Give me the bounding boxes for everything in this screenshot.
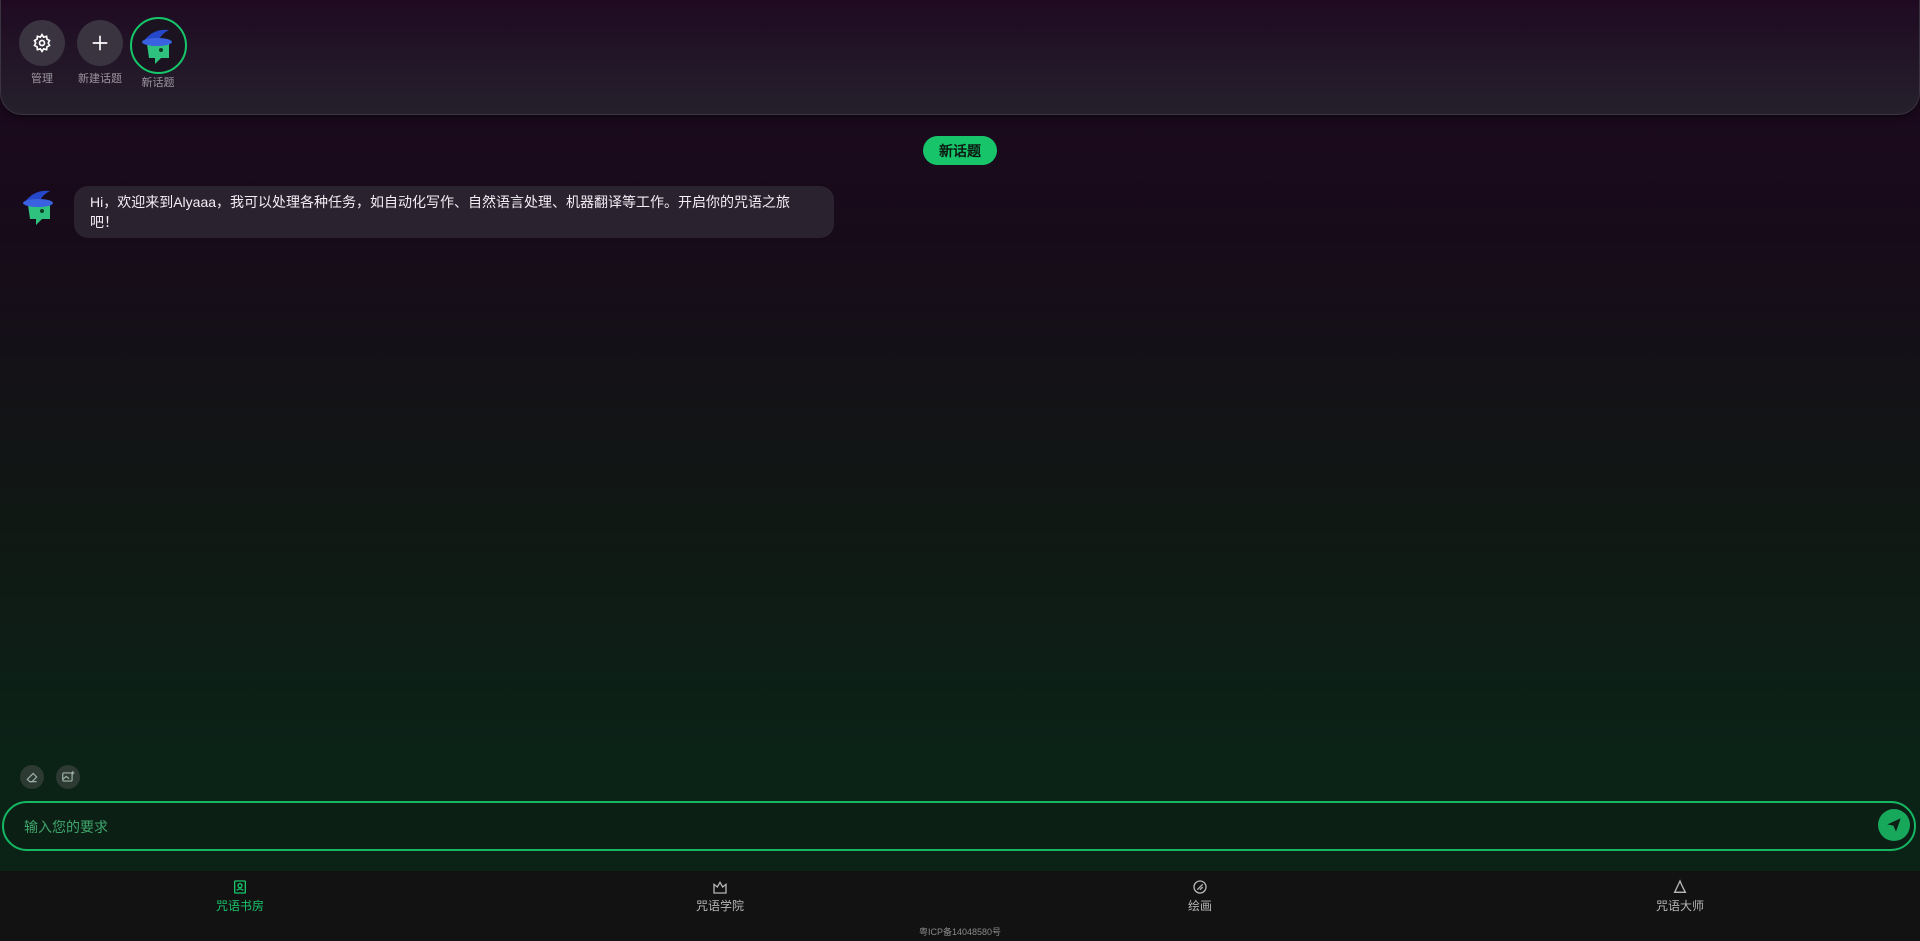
nav-label-spell-master: 咒语大师 [1655, 899, 1704, 913]
nav-item-painting[interactable]: 绘画 [1140, 875, 1260, 914]
topic-item-current[interactable]: 新话题 [123, 17, 193, 90]
wizard-avatar [129, 17, 187, 74]
send-icon [1887, 818, 1901, 832]
academy-icon [713, 880, 727, 894]
app-root: 管理 新建话题 新话题 新话题 Hi，欢迎来到Alyaaa，我可以处理各种任务，… [0, 0, 1920, 941]
nav-label-spell-academy: 咒语学院 [695, 899, 744, 913]
nav-item-spell-academy[interactable]: 咒语学院 [660, 875, 780, 914]
image-add-icon[interactable] [56, 765, 80, 789]
assistant-avatar [20, 187, 58, 227]
send-button[interactable] [1878, 809, 1910, 841]
eraser-icon[interactable] [20, 765, 44, 789]
assistant-message: Hi，欢迎来到Alyaaa，我可以处理各种任务，如自动化写作、自然语言处理、机器… [74, 186, 834, 238]
icp-license[interactable]: 粤ICP备14048580号 [0, 925, 1920, 938]
gear-icon [19, 20, 65, 66]
nav-label-painting: 绘画 [1187, 899, 1212, 913]
palette-icon [1193, 880, 1207, 894]
nav-item-spell-master[interactable]: 咒语大师 [1620, 875, 1740, 914]
nav-label-spell-study: 咒语书房 [215, 899, 264, 913]
nav-item-spell-study[interactable]: 咒语书房 [180, 875, 300, 914]
plus-icon [77, 20, 123, 66]
topic-title-badge: 新话题 [923, 136, 997, 165]
wizard-hat-icon [1673, 879, 1687, 893]
bottom-nav: 咒语书房 咒语学院 绘画 咒语大师 粤ICP备14048580号 [0, 871, 1920, 941]
prompt-input[interactable] [22, 803, 1866, 851]
prompt-input-container [2, 801, 1916, 851]
book-icon [234, 880, 246, 894]
current-topic-label: 新话题 [141, 77, 175, 89]
topic-bar: 管理 新建话题 新话题 [0, 0, 1920, 115]
